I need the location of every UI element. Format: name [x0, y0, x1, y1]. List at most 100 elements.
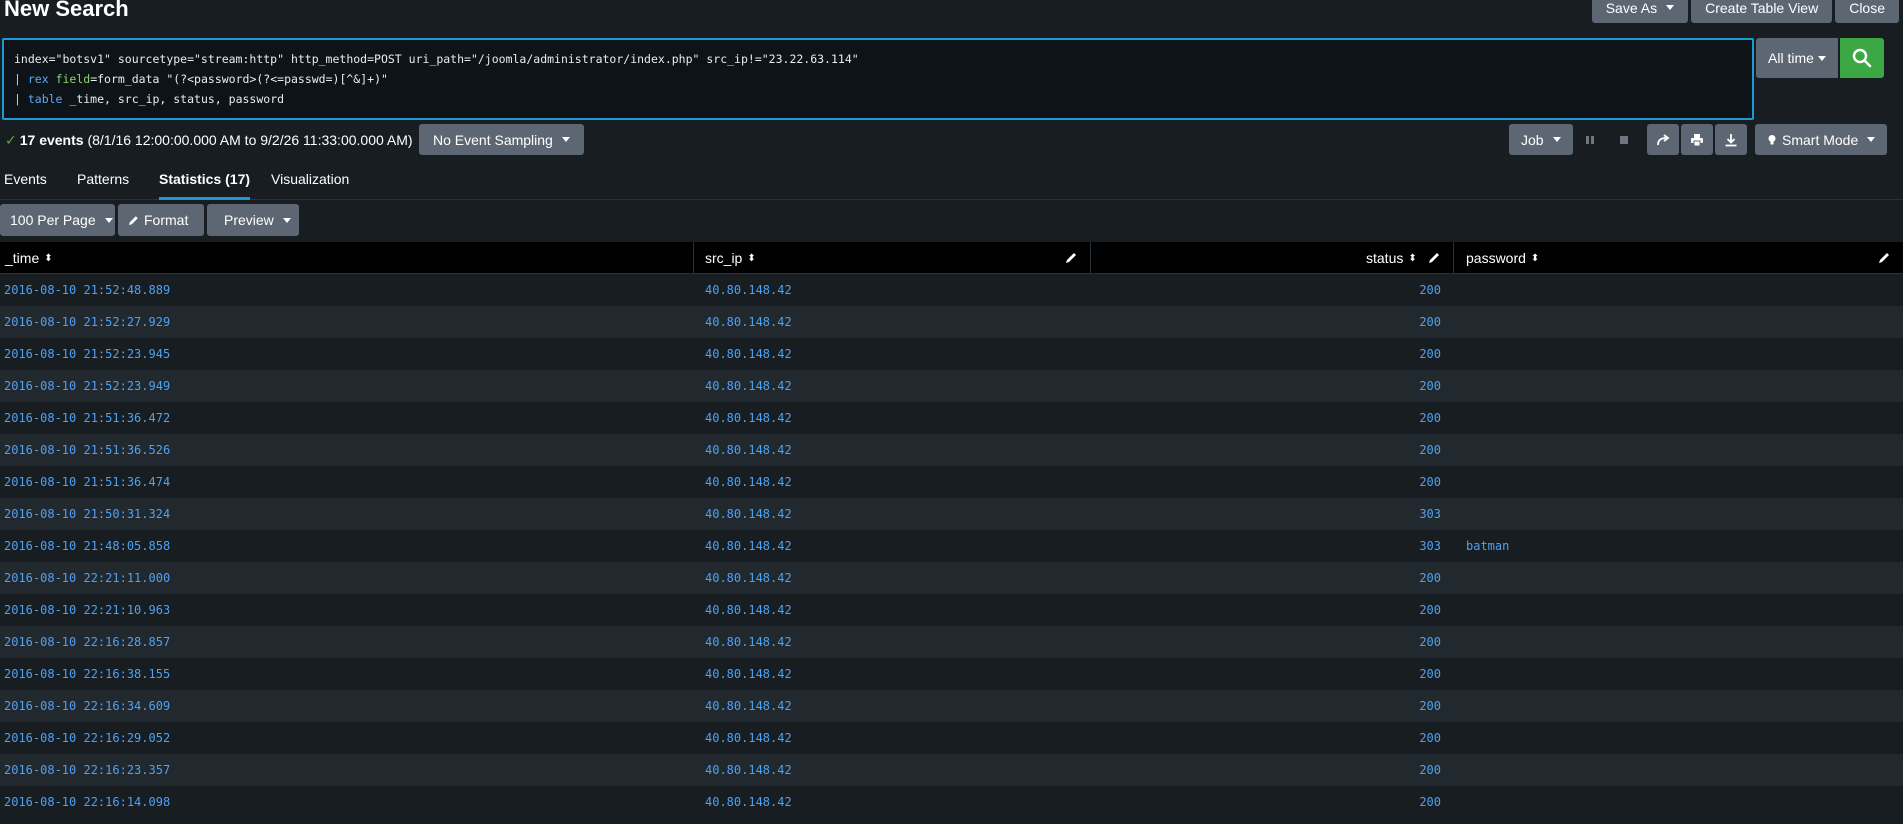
cell-src-ip[interactable]: 40.80.148.42: [705, 658, 792, 690]
cell-src-ip[interactable]: 40.80.148.42: [705, 274, 792, 306]
column-header-label: status: [1366, 250, 1404, 266]
cell-src-ip[interactable]: 40.80.148.42: [705, 690, 792, 722]
pause-button[interactable]: [1574, 124, 1606, 155]
cell-status[interactable]: 200: [1419, 722, 1441, 754]
cell-time[interactable]: 2016-08-10 22:21:11.000: [4, 562, 170, 594]
events-summary: ✓ 17 events (8/1/16 12:00:00.000 AM to 9/…: [5, 132, 413, 149]
print-button[interactable]: [1681, 124, 1713, 155]
preview-dropdown[interactable]: Preview: [207, 204, 299, 236]
cell-time[interactable]: 2016-08-10 22:16:29.052: [4, 722, 170, 754]
create-table-view-button[interactable]: Create Table View: [1691, 0, 1833, 23]
search-query-input[interactable]: index="botsv1" sourcetype="stream:http" …: [2, 38, 1754, 120]
cell-src-ip[interactable]: 40.80.148.42: [705, 594, 792, 626]
cell-time[interactable]: 2016-08-10 21:48:05.858: [4, 530, 170, 562]
cell-src-ip[interactable]: 40.80.148.42: [705, 562, 792, 594]
cell-src-ip[interactable]: 40.80.148.42: [705, 466, 792, 498]
cell-src-ip[interactable]: 40.80.148.42: [705, 498, 792, 530]
cell-time[interactable]: 2016-08-10 21:52:48.889: [4, 274, 170, 306]
query-line-1: index="botsv1" sourcetype="stream:http" …: [14, 52, 859, 66]
cell-status[interactable]: 200: [1419, 562, 1441, 594]
cell-time[interactable]: 2016-08-10 22:16:14.098: [4, 786, 170, 818]
event-count: 17 events: [19, 132, 84, 148]
table-row: 2016-08-10 21:48:05.858 40.80.148.42 303 ba…: [0, 530, 1903, 562]
job-menu-button[interactable]: Job: [1509, 124, 1573, 155]
format-button[interactable]: Format: [118, 204, 204, 236]
tab-statistics[interactable]: Statistics (17): [159, 171, 251, 200]
cell-src-ip[interactable]: 40.80.148.42: [705, 722, 792, 754]
cell-time[interactable]: 2016-08-10 21:52:23.945: [4, 338, 170, 370]
column-header-time[interactable]: _time ⬍: [5, 242, 53, 274]
export-button[interactable]: [1715, 124, 1747, 155]
cell-status[interactable]: 200: [1419, 754, 1441, 786]
column-header-password[interactable]: password ⬍: [1466, 242, 1539, 274]
table-row: 2016-08-10 22:16:38.155 40.80.148.42 200: [0, 658, 1903, 690]
cell-status[interactable]: 200: [1419, 626, 1441, 658]
chevron-down-icon: [1666, 5, 1675, 10]
table-row: 2016-08-10 22:16:23.357 40.80.148.42 200: [0, 754, 1903, 786]
cell-time[interactable]: 2016-08-10 21:50:31.324: [4, 498, 170, 530]
cell-src-ip[interactable]: 40.80.148.42: [705, 626, 792, 658]
edit-column-icon[interactable]: [1877, 251, 1891, 265]
cell-time[interactable]: 2016-08-10 22:16:28.857: [4, 626, 170, 658]
cell-src-ip[interactable]: 40.80.148.42: [705, 338, 792, 370]
cell-status[interactable]: 303: [1419, 530, 1441, 562]
cell-status[interactable]: 200: [1419, 658, 1441, 690]
query-rest: _time, src_ip, status, password: [62, 92, 285, 106]
cell-password[interactable]: batman: [1466, 530, 1509, 562]
column-header-status[interactable]: status ⬍: [1366, 242, 1417, 274]
tab-patterns[interactable]: Patterns: [77, 171, 129, 197]
download-icon: [1725, 133, 1737, 146]
cell-src-ip[interactable]: 40.80.148.42: [705, 434, 792, 466]
tab-events[interactable]: Events: [4, 171, 47, 197]
cell-status[interactable]: 200: [1419, 402, 1441, 434]
cell-src-ip[interactable]: 40.80.148.42: [705, 402, 792, 434]
table-header: _time ⬍ src_ip ⬍ status ⬍ password ⬍: [0, 242, 1903, 274]
share-button[interactable]: [1647, 124, 1679, 155]
cell-src-ip[interactable]: 40.80.148.42: [705, 370, 792, 402]
table-row: 2016-08-10 21:50:31.324 40.80.148.42 303: [0, 498, 1903, 530]
cell-status[interactable]: 200: [1419, 594, 1441, 626]
query-pipe: |: [14, 92, 28, 106]
cell-src-ip[interactable]: 40.80.148.42: [705, 786, 792, 818]
cell-status[interactable]: 200: [1419, 274, 1441, 306]
cell-status[interactable]: 303: [1419, 498, 1441, 530]
job-label: Job: [1521, 131, 1544, 148]
cell-status[interactable]: 200: [1419, 370, 1441, 402]
close-button[interactable]: Close: [1835, 0, 1899, 23]
event-sampling-dropdown[interactable]: No Event Sampling: [419, 124, 584, 155]
column-header-label: _time: [5, 250, 40, 266]
column-header-src-ip[interactable]: src_ip ⬍: [705, 242, 756, 274]
save-as-button[interactable]: Save As: [1591, 0, 1689, 23]
time-range-picker[interactable]: All time: [1756, 38, 1838, 78]
cell-time[interactable]: 2016-08-10 21:51:36.474: [4, 466, 170, 498]
sort-icon: ⬍: [1408, 252, 1417, 264]
per-page-dropdown[interactable]: 100 Per Page: [0, 204, 115, 236]
search-button[interactable]: [1840, 38, 1884, 78]
cell-time[interactable]: 2016-08-10 22:16:23.357: [4, 754, 170, 786]
cell-src-ip[interactable]: 40.80.148.42: [705, 754, 792, 786]
edit-column-icon[interactable]: [1427, 251, 1441, 265]
cell-status[interactable]: 200: [1419, 338, 1441, 370]
cell-status[interactable]: 200: [1419, 306, 1441, 338]
cell-status[interactable]: 200: [1419, 434, 1441, 466]
cell-time[interactable]: 2016-08-10 22:16:38.155: [4, 658, 170, 690]
tab-visualization[interactable]: Visualization: [271, 171, 349, 197]
edit-column-icon[interactable]: [1064, 251, 1078, 265]
search-mode-dropdown[interactable]: Smart Mode: [1755, 124, 1888, 155]
cell-time[interactable]: 2016-08-10 21:52:27.929: [4, 306, 170, 338]
cell-status[interactable]: 200: [1419, 786, 1441, 818]
cell-status[interactable]: 200: [1419, 466, 1441, 498]
column-divider: [1090, 242, 1091, 274]
cell-time[interactable]: 2016-08-10 21:51:36.526: [4, 434, 170, 466]
stop-button[interactable]: [1608, 124, 1640, 155]
cell-time[interactable]: 2016-08-10 22:16:34.609: [4, 690, 170, 722]
cell-src-ip[interactable]: 40.80.148.42: [705, 306, 792, 338]
chevron-down-icon: [104, 217, 113, 223]
cell-status[interactable]: 200: [1419, 690, 1441, 722]
cell-src-ip[interactable]: 40.80.148.42: [705, 530, 792, 562]
query-pipe: |: [14, 72, 28, 86]
save-as-label: Save As: [1605, 0, 1658, 16]
cell-time[interactable]: 2016-08-10 21:51:36.472: [4, 402, 170, 434]
cell-time[interactable]: 2016-08-10 21:52:23.949: [4, 370, 170, 402]
cell-time[interactable]: 2016-08-10 22:21:10.963: [4, 594, 170, 626]
